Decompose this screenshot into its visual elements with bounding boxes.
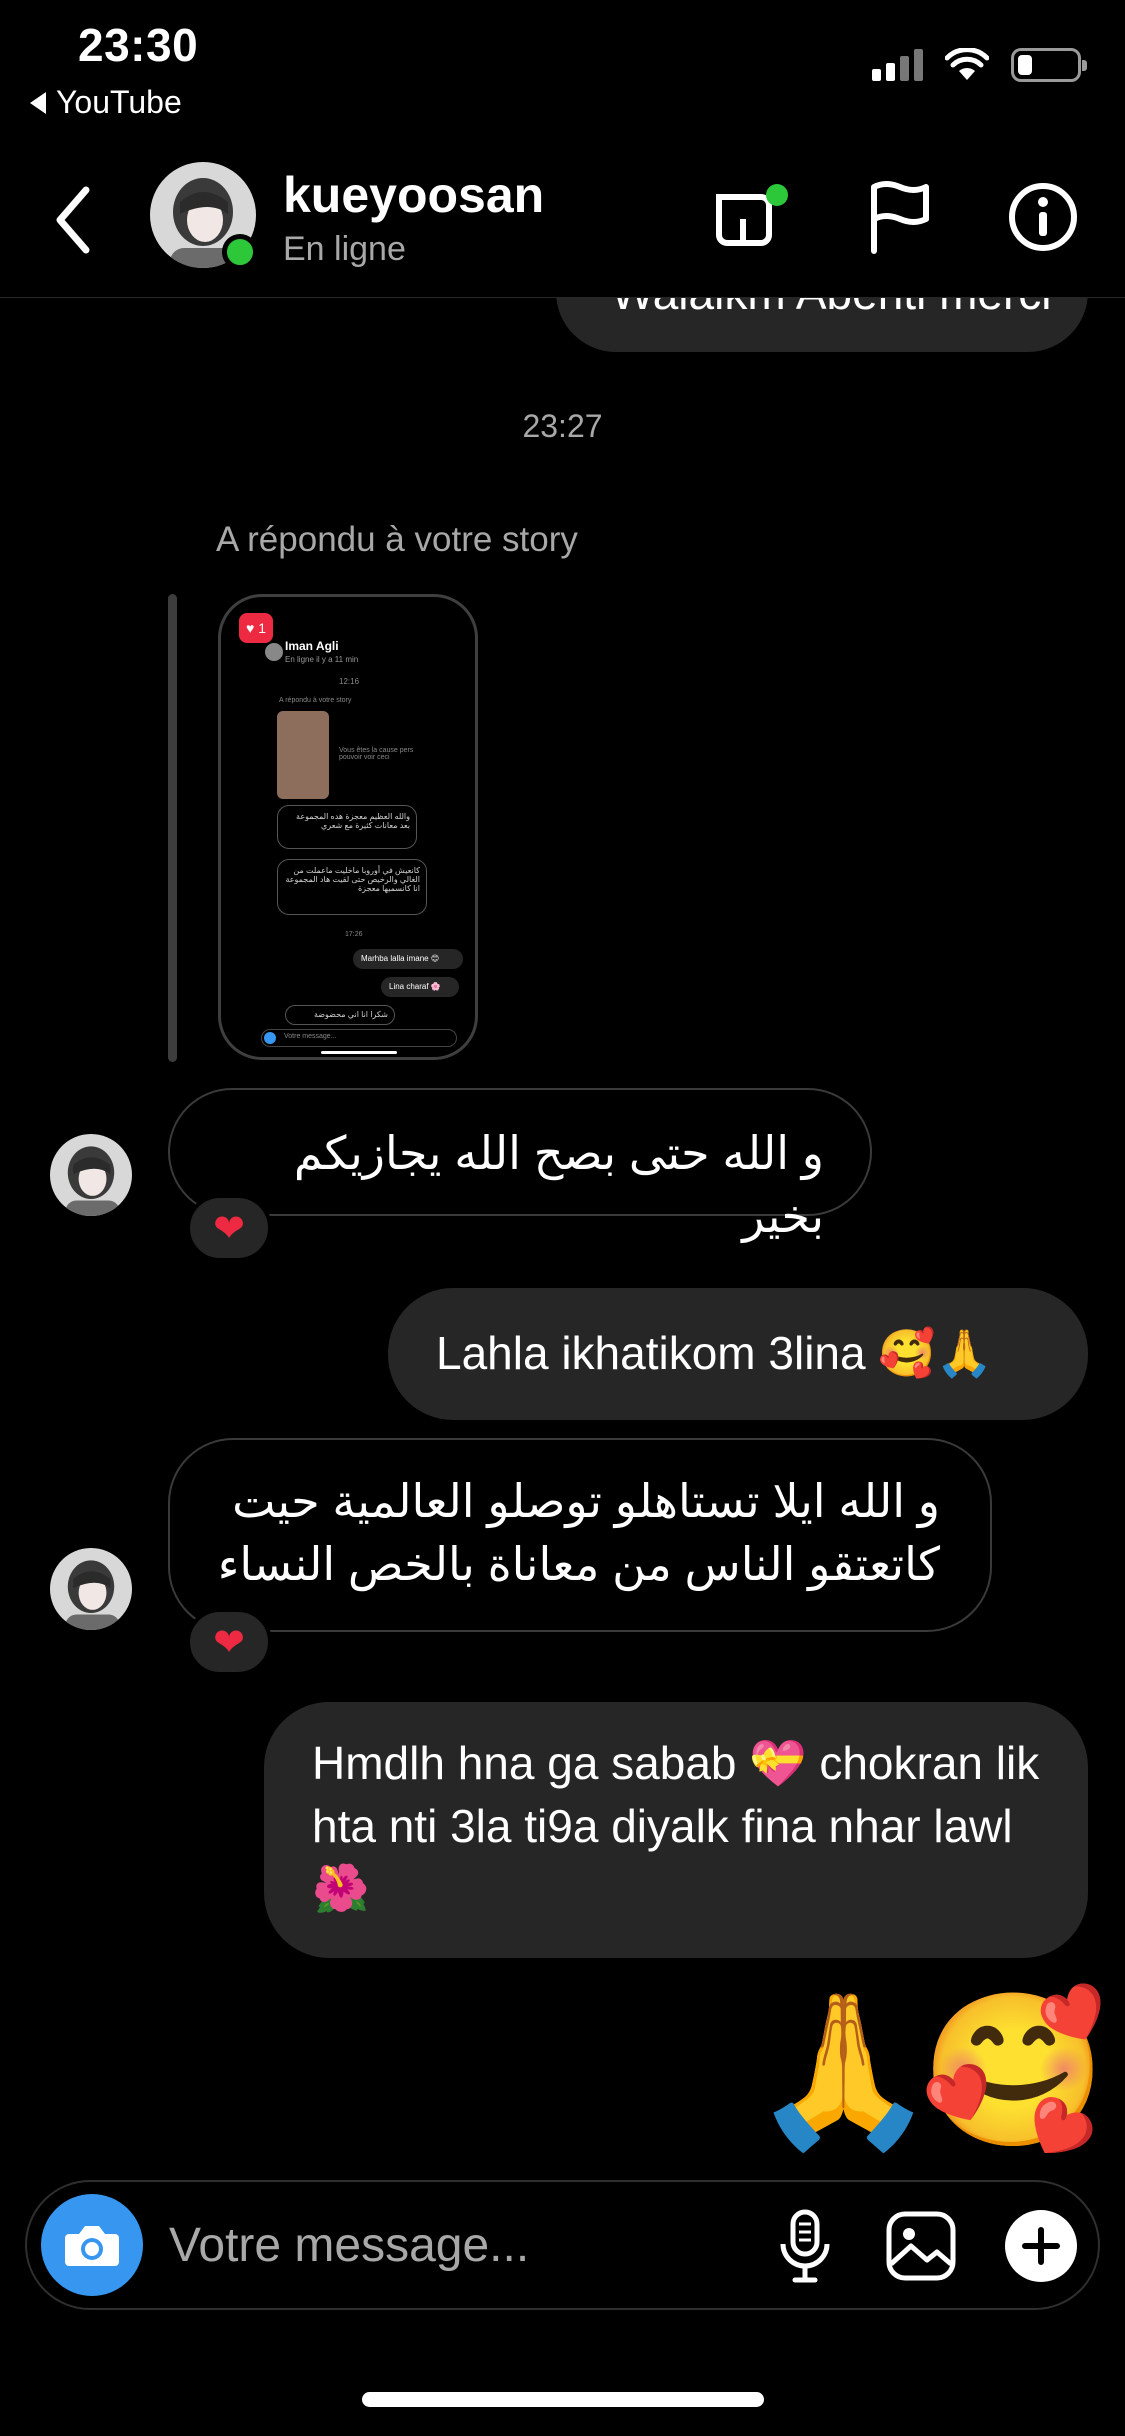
story-message-1: والله العظيم معجزة هده المجموعة بعد معان… (277, 805, 417, 849)
chat-username[interactable]: kueyoosan (283, 166, 544, 224)
story-home-indicator (321, 1051, 397, 1054)
message-timestamp: 23:27 (522, 408, 603, 444)
camera-icon[interactable] (41, 2194, 143, 2296)
chat-header: kueyoosan En ligne (0, 150, 1125, 298)
story-caption: Vous êtes la cause pers pouvoir voir cec… (339, 747, 414, 761)
heart-icon: ❤ (213, 1621, 245, 1664)
incoming-message-1[interactable]: و الله حتى بصح الله يجازيكم بخير (168, 1088, 872, 1242)
info-icon[interactable] (1000, 174, 1086, 260)
outgoing-message-2[interactable]: Hmdlh hna ga sabab 💝 chokran lik hta nti… (264, 1702, 1088, 1958)
story-status: En ligne il y a 11 min (285, 655, 359, 664)
message-text: Hmdlh hna ga sabab 💝 chokran lik hta nti… (312, 1737, 1040, 1915)
story-time: 12:16 (339, 677, 360, 686)
back-app-label: YouTube (56, 84, 182, 120)
flag-icon[interactable] (856, 174, 942, 260)
heart-reaction[interactable]: ❤ (186, 1194, 272, 1262)
avatar[interactable] (50, 1134, 132, 1216)
outgoing-message-1[interactable]: Lahla ikhatikom 3lina 🥰🙏 (388, 1288, 1088, 1420)
avatar[interactable] (50, 1548, 132, 1630)
status-time: 23:30 (78, 19, 199, 71)
story-last-message: شكرا انا اني محضوضة (285, 1005, 395, 1025)
presence-status: En ligne (283, 230, 406, 268)
story-replied-label: A répondu à votre story (279, 697, 352, 704)
video-call-icon[interactable] (708, 174, 794, 260)
reply-quote-bar (168, 594, 177, 1062)
online-status-dot (222, 234, 258, 270)
gallery-icon[interactable] (879, 2204, 963, 2288)
wifi-icon (945, 48, 989, 80)
heart-icon: ❤ (213, 1207, 245, 1250)
signal-icon (872, 49, 923, 81)
story-avatar (265, 643, 283, 661)
story-out-1: Marhba lalla imane 😊 (353, 949, 463, 969)
back-to-app-link[interactable]: YouTube (30, 84, 182, 121)
folded-hands-emoji[interactable]: 🙏 (750, 1995, 937, 2145)
message-input[interactable] (169, 2212, 729, 2278)
message-text: Lahla ikhatikom 3lina 🥰🙏 (436, 1327, 993, 1379)
story-thumbnail[interactable]: ♥ 1 Iman Agli En ligne il y a 11 min 12:… (218, 594, 478, 1060)
plus-icon[interactable] (999, 2204, 1083, 2288)
story-photo (277, 711, 329, 799)
story-time-2: 17:26 (345, 931, 363, 938)
microphone-icon[interactable] (763, 2204, 847, 2288)
incoming-message-2[interactable]: و الله ايلا تستاهلو توصلو العالمية حيت ك… (168, 1438, 992, 1632)
back-triangle-icon (30, 91, 46, 114)
story-out-2: Lina charaf 🌸 (381, 977, 459, 997)
story-reply-label: A répondu à votre story (216, 520, 578, 559)
story-name: Iman Agli (285, 639, 339, 653)
message-composer (25, 2180, 1100, 2310)
message-text: و الله ايلا تستاهلو توصلو العالمية حيت ك… (217, 1475, 940, 1590)
heart-reaction[interactable]: ❤ (186, 1608, 272, 1676)
status-icons (872, 48, 1087, 82)
home-indicator (362, 2392, 764, 2407)
story-message-2: كانعيش في أوروبا ماخليت ماعملت من الغالي… (277, 859, 427, 915)
story-like-badge: ♥ 1 (239, 613, 273, 643)
smiling-face-with-hearts-emoji[interactable]: 🥰 (920, 1995, 1107, 2145)
message-text: و الله حتى بصح الله يجازيكم بخير (293, 1127, 824, 1242)
battery-icon (1011, 48, 1087, 82)
back-chevron-icon[interactable] (44, 180, 104, 260)
story-composer: Votre message... (261, 1029, 457, 1047)
